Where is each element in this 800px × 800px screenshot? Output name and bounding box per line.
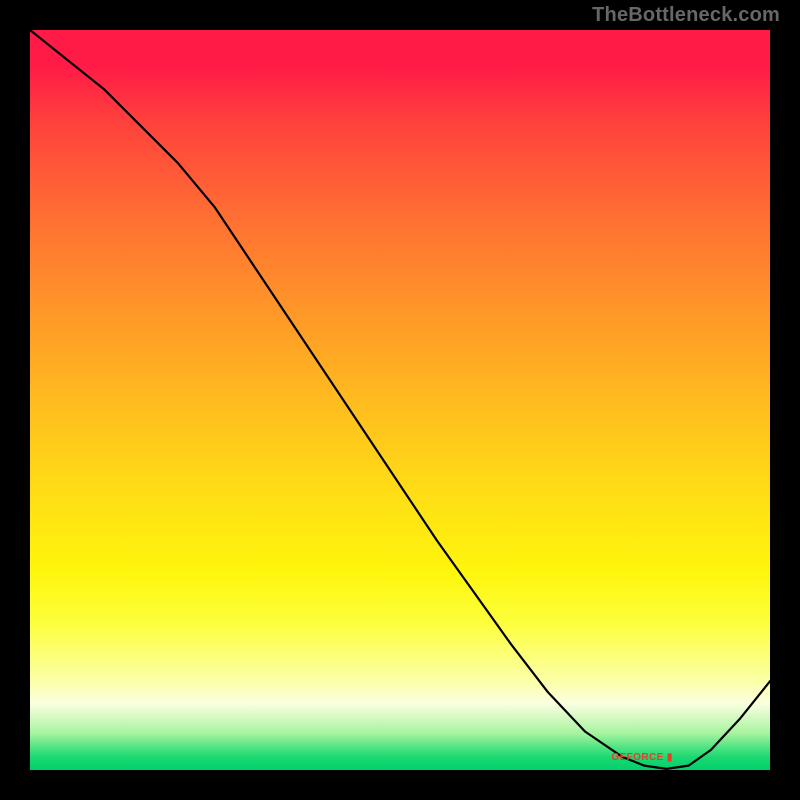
- plot-area: GEFORCE ▮: [30, 30, 770, 770]
- curve-path: [30, 30, 770, 769]
- bottleneck-curve: [30, 30, 770, 770]
- chart-frame: TheBottleneck.com GEFORCE ▮: [0, 0, 800, 800]
- watermark-text: TheBottleneck.com: [592, 4, 780, 27]
- minimum-marker-label: GEFORCE ▮: [611, 752, 672, 763]
